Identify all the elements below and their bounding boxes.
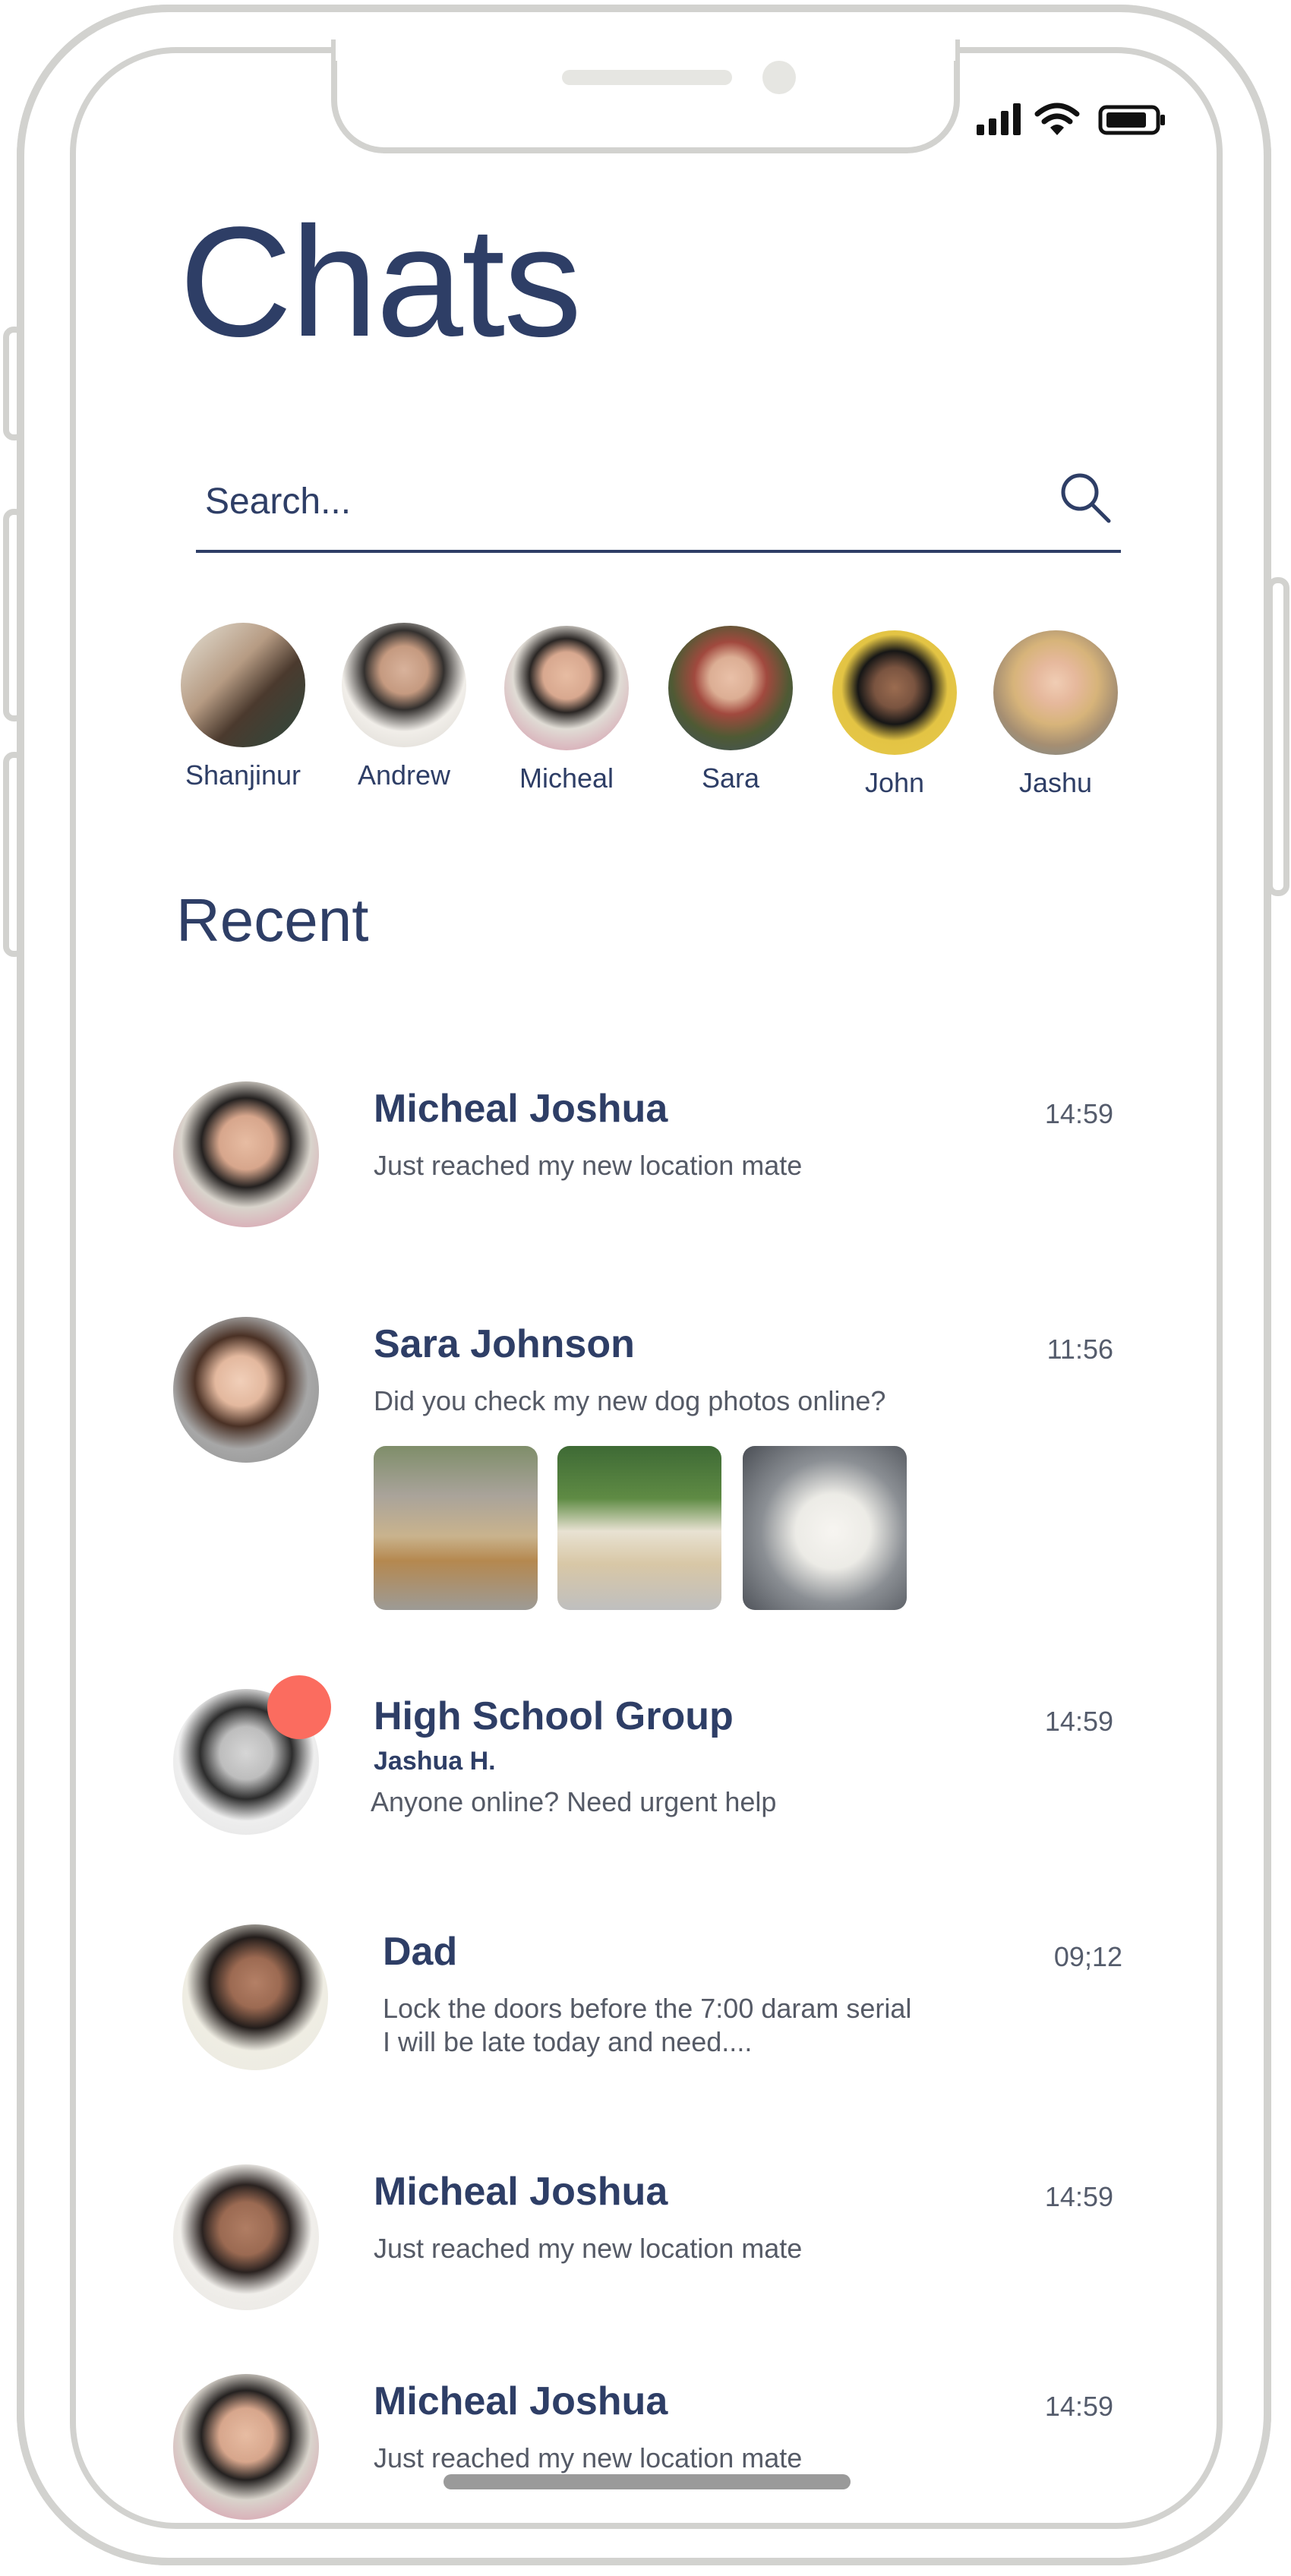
- photo-attachment[interactable]: [557, 1446, 721, 1610]
- chat-name: Sara Johnson: [374, 1322, 635, 1366]
- chat-time: 14:59: [1044, 1706, 1113, 1737]
- chat-message: Did you check my new dog photos online?: [374, 1385, 886, 1416]
- avatar: [342, 623, 466, 747]
- story-item[interactable]: John: [819, 630, 971, 799]
- chat-name: Micheal Joshua: [374, 1087, 668, 1131]
- home-indicator[interactable]: [443, 2474, 851, 2489]
- battery-icon: [1098, 105, 1165, 135]
- avatar: [993, 630, 1118, 755]
- story-item[interactable]: Jashu: [980, 630, 1132, 799]
- chat-item[interactable]: Sara Johnson 11:56 Did you check my new …: [169, 1314, 1127, 1618]
- front-camera: [762, 61, 796, 94]
- speaker-grille: [562, 70, 732, 85]
- story-item[interactable]: Andrew: [328, 623, 480, 791]
- chat-time: 11:56: [1046, 1334, 1113, 1365]
- story-item[interactable]: Shanjinur: [167, 623, 319, 791]
- avatar: [173, 1317, 319, 1463]
- chat-item[interactable]: Micheal Joshua 14:59 Just reached my new…: [169, 2371, 1127, 2523]
- photo-attachment[interactable]: [743, 1446, 907, 1610]
- chat-message: Just reached my new location mate: [374, 2442, 803, 2473]
- avatar: [173, 2164, 319, 2310]
- section-title-recent: Recent: [176, 886, 369, 954]
- chat-message: Anyone online? Need urgent help: [371, 1786, 777, 1817]
- wifi-icon: [1034, 103, 1080, 135]
- avatar: [504, 626, 629, 750]
- unread-badge: [267, 1675, 331, 1739]
- chat-message-line-1: Lock the doors before the 7:00 daram ser…: [383, 1993, 912, 2024]
- notch-mask: [336, 30, 955, 61]
- story-name: Sara: [701, 762, 760, 794]
- avatar: [173, 2374, 319, 2520]
- page-title: Chats: [179, 194, 582, 369]
- avatar: [182, 1924, 328, 2070]
- chat-time: 14:59: [1044, 2391, 1113, 2422]
- chat-time: 14:59: [1044, 2181, 1113, 2212]
- chat-sender: Jashua H.: [374, 1747, 496, 1776]
- search-bar: [196, 456, 1121, 553]
- chat-name: Micheal Joshua: [374, 2379, 668, 2423]
- search-icon[interactable]: [1054, 466, 1118, 530]
- status-bar: [972, 102, 1169, 144]
- story-item[interactable]: Micheal: [491, 626, 642, 794]
- chat-message: Just reached my new location mate: [374, 2233, 803, 2264]
- story-name: Andrew: [357, 759, 451, 791]
- photo-attachment[interactable]: [374, 1446, 538, 1610]
- chat-message: Just reached my new location mate: [374, 1150, 803, 1181]
- avatar: [832, 630, 957, 755]
- story-name: Jashu: [1018, 767, 1093, 798]
- phone-screen: [70, 47, 1223, 2529]
- signal-bars-icon: [977, 102, 1022, 135]
- avatar: [181, 623, 305, 747]
- chat-item[interactable]: High School Group 14:59 Jashua H. Anyone…: [169, 1675, 1127, 1853]
- story-name: Shanjinur: [185, 759, 301, 791]
- chat-name: Dad: [383, 1930, 458, 1974]
- chat-item[interactable]: Dad 09;12 Lock the doors before the 7:00…: [169, 1921, 1127, 2104]
- chat-time: 14:59: [1044, 1098, 1113, 1129]
- search-input[interactable]: [205, 462, 1025, 541]
- story-name: Micheal: [519, 762, 614, 794]
- chat-time: 09;12: [1053, 1941, 1122, 1972]
- chat-item[interactable]: Micheal Joshua 14:59 Just reached my new…: [169, 1078, 1127, 1230]
- story-name: John: [864, 767, 925, 798]
- avatar: [668, 626, 793, 750]
- story-item[interactable]: Sara: [655, 626, 806, 794]
- chat-name: High School Group: [374, 1694, 734, 1738]
- chat-name: Micheal Joshua: [374, 2170, 668, 2214]
- chat-message-line-2: I will be late today and need....: [383, 2026, 753, 2057]
- chat-item[interactable]: Micheal Joshua 14:59 Just reached my new…: [169, 2161, 1127, 2313]
- avatar: [173, 1081, 319, 1227]
